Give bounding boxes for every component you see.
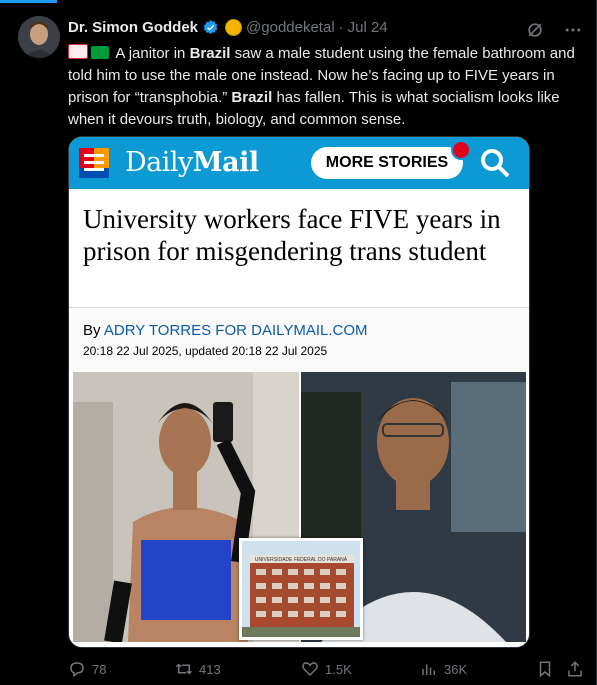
separator-dot: · — [338, 19, 344, 36]
active-tab-indicator — [0, 0, 57, 3]
byline-area — [69, 308, 529, 371]
avatar-photo — [18, 16, 60, 58]
like-count: 1.5K — [325, 661, 352, 677]
more-options-icon[interactable] — [563, 20, 583, 40]
byline: By ADRY TORRES FOR DAILYMAIL.COM — [83, 322, 368, 339]
inset-sign-text: UNIVERSIDADE FEDERAL DO PARANÁ — [255, 556, 348, 563]
like-heart-icon — [302, 662, 318, 677]
byline-author: ADRY TORRES FOR DAILYMAIL.COM — [103, 322, 368, 339]
brand-light: Daily — [125, 147, 193, 178]
verified-badge-icon[interactable] — [202, 19, 219, 36]
dailymail-brand: DailyMail — [125, 147, 259, 178]
tweet-top-actions — [525, 20, 583, 40]
tweet-header: Dr. Simon Goddek @goddeketal · Jul 24 — [68, 19, 388, 36]
share-action[interactable] — [566, 660, 584, 678]
flag-brazil-icon — [91, 46, 109, 59]
reply-action[interactable]: 78 — [68, 660, 106, 678]
dateline: 20:18 22 Jul 2025, updated 20:18 22 Jul … — [83, 344, 328, 358]
brand-bold: Mail — [192, 147, 259, 178]
reply-icon — [70, 662, 84, 678]
university-building-inset: UNIVERSIDADE FEDERAL DO PARANÁ — [239, 538, 363, 640]
repost-count: 413 — [199, 661, 221, 677]
notification-dot — [451, 140, 471, 160]
media-card[interactable]: DailyMail MORE STORIES University worker… — [68, 136, 530, 648]
views-chart-icon — [422, 664, 435, 675]
repost-action[interactable]: 413 — [175, 660, 221, 678]
dailymail-menu-icon — [79, 148, 109, 178]
reply-count: 78 — [92, 661, 107, 677]
avatar[interactable] — [18, 16, 60, 58]
like-action[interactable]: 1.5K — [301, 660, 352, 678]
bookmark-icon — [539, 661, 551, 678]
tweet-text-bold: Brazil — [189, 45, 231, 62]
share-icon — [568, 661, 582, 677]
tweet-text-bold: Brazil — [231, 89, 273, 106]
tweet-text-part: A janitor in — [115, 45, 190, 62]
author-name[interactable]: Dr. Simon Goddek — [68, 19, 198, 36]
author-handle[interactable]: @goddeketal — [246, 19, 335, 36]
flag-icon — [68, 44, 88, 59]
bookmark-action[interactable] — [536, 660, 554, 678]
search-icon — [481, 149, 510, 178]
views-count: 36K — [444, 661, 468, 677]
tweet-text: A janitor in Brazil saw a male student u… — [68, 43, 588, 131]
byline-prefix: By — [83, 322, 104, 339]
grok-icon[interactable] — [525, 20, 545, 40]
coin-badge-icon — [225, 19, 243, 36]
tweet-date[interactable]: Jul 24 — [348, 19, 388, 36]
tweet-actions: 78 413 1.5K 36K — [68, 660, 588, 680]
more-stories-button: MORE STORIES — [311, 147, 463, 179]
article-headline: University workers face FIVE years in pr… — [83, 204, 501, 266]
repost-icon — [175, 663, 193, 675]
views-action[interactable]: 36K — [420, 660, 467, 678]
university-building-illustration: UNIVERSIDADE FEDERAL DO PARANÁ — [242, 541, 360, 637]
